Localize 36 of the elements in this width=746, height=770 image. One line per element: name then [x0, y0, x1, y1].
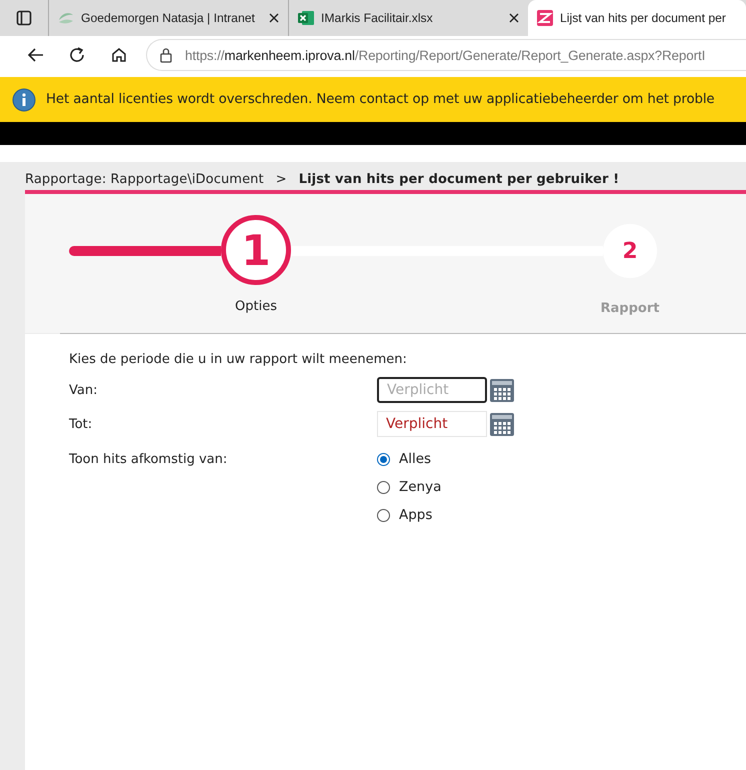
- tab-title: IMarkis Facilitair.xlsx: [321, 11, 433, 25]
- field-label: Van:: [69, 382, 98, 398]
- radio-button[interactable]: [377, 452, 390, 466]
- reload-icon[interactable]: [68, 46, 86, 64]
- step-number: 2: [603, 224, 657, 278]
- address-bar[interactable]: https://markenheem.iprova.nl/Reporting/Report/Generate/Report_Generate.aspx?ReportI: [146, 39, 746, 71]
- source-label: Toon hits afkomstig van:: [69, 452, 228, 466]
- radio-button[interactable]: [377, 508, 390, 522]
- radio-button[interactable]: [377, 480, 390, 494]
- info-icon: [12, 88, 36, 112]
- radio-label[interactable]: Zenya: [399, 479, 442, 495]
- back-icon[interactable]: [26, 46, 44, 64]
- tab-actions-icon[interactable]: [16, 10, 32, 26]
- step-label: Rapport: [600, 301, 660, 316]
- step-label: Opties: [235, 299, 277, 314]
- lock-icon: [159, 47, 173, 63]
- app-logo-icon: [536, 9, 554, 27]
- home-icon[interactable]: [110, 46, 128, 64]
- radio-label[interactable]: Alles: [399, 451, 432, 467]
- radio-label[interactable]: Apps: [399, 507, 432, 523]
- tab-title: Goedemorgen Natasja | Intranet: [81, 11, 255, 25]
- close-icon[interactable]: [508, 12, 520, 24]
- banner-message: Het aantal licenties wordt overschreden. Neem contact op met uw applicatiebeheerder om het proble: [46, 92, 715, 107]
- close-icon[interactable]: [268, 12, 280, 24]
- spreadsheet-icon: [297, 9, 315, 27]
- page-title: Lijst van hits per document per gebruiker !: [298, 172, 620, 187]
- breadcrumb-separator: >: [276, 172, 287, 187]
- calendar-icon[interactable]: [489, 410, 515, 438]
- date-field[interactable]: Verplicht: [377, 377, 487, 403]
- field-label: Tot:: [69, 416, 94, 432]
- breadcrumb-path[interactable]: Rapportage: Rapportage\iDocument: [25, 172, 264, 187]
- period-instruction: Kies de periode die u in uw rapport wilt meenemen:: [69, 352, 408, 367]
- tab-title: Lijst van hits per document per: [560, 11, 727, 25]
- step-number: 1: [221, 215, 291, 285]
- calendar-icon[interactable]: [489, 376, 515, 404]
- browser-tab[interactable]: Lijst van hits per document per: [528, 0, 746, 36]
